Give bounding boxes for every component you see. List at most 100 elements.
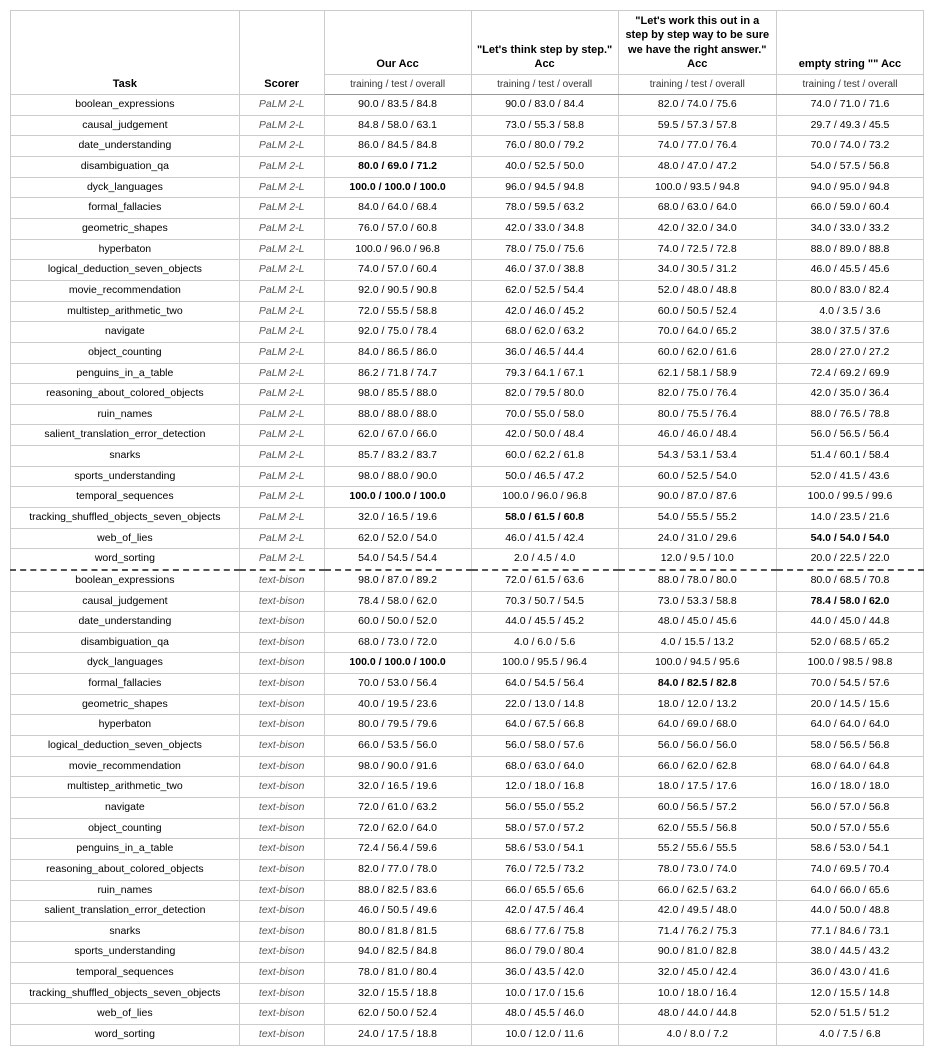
work-acc-value: 42.0 / 49.5 / 48.0 bbox=[618, 901, 776, 922]
step-acc-value: 100.0 / 95.5 / 96.4 bbox=[471, 653, 618, 674]
table-row: formal_fallaciesPaLM 2-L84.0 / 64.0 / 68… bbox=[11, 198, 924, 219]
step-acc-value: 76.0 / 80.0 / 79.2 bbox=[471, 136, 618, 157]
step-acc-value: 86.0 / 79.0 / 80.4 bbox=[471, 942, 618, 963]
step-acc-value: 40.0 / 52.5 / 50.0 bbox=[471, 157, 618, 178]
work-acc-value: 74.0 / 72.5 / 72.8 bbox=[618, 239, 776, 260]
work-acc-value: 18.0 / 12.0 / 13.2 bbox=[618, 694, 776, 715]
task-name: hyperbaton bbox=[11, 715, 240, 736]
empty-acc-value: 50.0 / 57.0 / 55.6 bbox=[776, 818, 923, 839]
work-acc-value: 60.0 / 56.5 / 57.2 bbox=[618, 797, 776, 818]
task-name: salient_translation_error_detection bbox=[11, 425, 240, 446]
our-acc-value: 100.0 / 100.0 / 100.0 bbox=[324, 487, 471, 508]
work-acc-value: 18.0 / 17.5 / 17.6 bbox=[618, 777, 776, 798]
our-acc-value: 32.0 / 16.5 / 19.6 bbox=[324, 508, 471, 529]
step-acc-value: 58.0 / 57.0 / 57.2 bbox=[471, 818, 618, 839]
task-name: dyck_languages bbox=[11, 177, 240, 198]
task-name: date_understanding bbox=[11, 612, 240, 633]
table-row: hyperbatonPaLM 2-L100.0 / 96.0 / 96.878.… bbox=[11, 239, 924, 260]
our-acc-value: 66.0 / 53.5 / 56.0 bbox=[324, 736, 471, 757]
our-acc-value: 72.4 / 56.4 / 59.6 bbox=[324, 839, 471, 860]
scorer-name: text-bison bbox=[239, 901, 324, 922]
our-acc-value: 86.2 / 71.8 / 74.7 bbox=[324, 363, 471, 384]
scorer-name: PaLM 2-L bbox=[239, 342, 324, 363]
work-acc-value: 90.0 / 87.0 / 87.6 bbox=[618, 487, 776, 508]
table-row: disambiguation_qaPaLM 2-L80.0 / 69.0 / 7… bbox=[11, 157, 924, 178]
our-acc-value: 70.0 / 53.0 / 56.4 bbox=[324, 674, 471, 695]
table-row: date_understandingPaLM 2-L86.0 / 84.5 / … bbox=[11, 136, 924, 157]
scorer-name: text-bison bbox=[239, 1004, 324, 1025]
step-acc-value: 70.3 / 50.7 / 54.5 bbox=[471, 591, 618, 612]
scorer-name: PaLM 2-L bbox=[239, 219, 324, 240]
work-acc-value: 24.0 / 31.0 / 29.6 bbox=[618, 528, 776, 549]
step-acc-value: 73.0 / 55.3 / 58.8 bbox=[471, 115, 618, 136]
task-name: tracking_shuffled_objects_seven_objects bbox=[11, 508, 240, 529]
scorer-name: text-bison bbox=[239, 674, 324, 695]
table-row: web_of_liesPaLM 2-L62.0 / 52.0 / 54.046.… bbox=[11, 528, 924, 549]
table-row: disambiguation_qatext-bison68.0 / 73.0 /… bbox=[11, 632, 924, 653]
our-acc-value: 100.0 / 96.0 / 96.8 bbox=[324, 239, 471, 260]
step-acc-value: 46.0 / 37.0 / 38.8 bbox=[471, 260, 618, 281]
work-acc-value: 4.0 / 15.5 / 13.2 bbox=[618, 632, 776, 653]
empty-acc-value: 38.0 / 44.5 / 43.2 bbox=[776, 942, 923, 963]
step-acc-value: 62.0 / 52.5 / 54.4 bbox=[471, 280, 618, 301]
work-acc-value: 70.0 / 64.0 / 65.2 bbox=[618, 322, 776, 343]
our-acc-value: 84.0 / 86.5 / 86.0 bbox=[324, 342, 471, 363]
work-acc-value: 82.0 / 75.0 / 76.4 bbox=[618, 384, 776, 405]
table-row: movie_recommendationtext-bison98.0 / 90.… bbox=[11, 756, 924, 777]
step-acc-value: 78.0 / 59.5 / 63.2 bbox=[471, 198, 618, 219]
our-acc-value: 68.0 / 73.0 / 72.0 bbox=[324, 632, 471, 653]
empty-acc-value: 68.0 / 64.0 / 64.8 bbox=[776, 756, 923, 777]
empty-acc-value: 16.0 / 18.0 / 18.0 bbox=[776, 777, 923, 798]
our-acc-value: 32.0 / 16.5 / 19.6 bbox=[324, 777, 471, 798]
scorer-name: text-bison bbox=[239, 963, 324, 984]
empty-acc-value: 66.0 / 59.0 / 60.4 bbox=[776, 198, 923, 219]
our-acc-value: 62.0 / 52.0 / 54.0 bbox=[324, 528, 471, 549]
empty-acc-value: 36.0 / 43.0 / 41.6 bbox=[776, 963, 923, 984]
work-acc-value: 56.0 / 56.0 / 56.0 bbox=[618, 736, 776, 757]
step-acc-value: 2.0 / 4.5 / 4.0 bbox=[471, 549, 618, 570]
our-acc-value: 40.0 / 19.5 / 23.6 bbox=[324, 694, 471, 715]
work-acc-value: 46.0 / 46.0 / 48.4 bbox=[618, 425, 776, 446]
task-name: reasoning_about_colored_objects bbox=[11, 859, 240, 880]
table-row: navigatetext-bison72.0 / 61.0 / 63.256.0… bbox=[11, 797, 924, 818]
empty-acc-value: 4.0 / 7.5 / 6.8 bbox=[776, 1025, 923, 1046]
step-acc-value: 68.0 / 62.0 / 63.2 bbox=[471, 322, 618, 343]
scorer-name: text-bison bbox=[239, 756, 324, 777]
table-row: ruin_namestext-bison88.0 / 82.5 / 83.666… bbox=[11, 880, 924, 901]
work-acc-value: 74.0 / 77.0 / 76.4 bbox=[618, 136, 776, 157]
task-name: dyck_languages bbox=[11, 653, 240, 674]
scorer-name: text-bison bbox=[239, 818, 324, 839]
work-acc-value: 84.0 / 82.5 / 82.8 bbox=[618, 674, 776, 695]
empty-acc-value: 4.0 / 3.5 / 3.6 bbox=[776, 301, 923, 322]
work-acc-value: 66.0 / 62.5 / 63.2 bbox=[618, 880, 776, 901]
empty-acc-value: 94.0 / 95.0 / 94.8 bbox=[776, 177, 923, 198]
work-acc-value: 82.0 / 74.0 / 75.6 bbox=[618, 95, 776, 116]
step-acc-value: 56.0 / 58.0 / 57.6 bbox=[471, 736, 618, 757]
work-acc-value: 34.0 / 30.5 / 31.2 bbox=[618, 260, 776, 281]
task-name: geometric_shapes bbox=[11, 219, 240, 240]
empty-acc-value: 100.0 / 98.5 / 98.8 bbox=[776, 653, 923, 674]
our-acc-value: 84.0 / 64.0 / 68.4 bbox=[324, 198, 471, 219]
our-acc-value: 80.0 / 79.5 / 79.6 bbox=[324, 715, 471, 736]
our-acc-value: 62.0 / 67.0 / 66.0 bbox=[324, 425, 471, 446]
work-acc-value: 60.0 / 62.0 / 61.6 bbox=[618, 342, 776, 363]
empty-acc-value: 100.0 / 99.5 / 99.6 bbox=[776, 487, 923, 508]
work-acc-value: 71.4 / 76.2 / 75.3 bbox=[618, 921, 776, 942]
task-name: object_counting bbox=[11, 818, 240, 839]
task-name: boolean_expressions bbox=[11, 95, 240, 116]
empty-acc-value: 64.0 / 64.0 / 64.0 bbox=[776, 715, 923, 736]
table-body: boolean_expressionsPaLM 2-L90.0 / 83.5 /… bbox=[11, 95, 924, 1045]
work-acc-value: 48.0 / 47.0 / 47.2 bbox=[618, 157, 776, 178]
scorer-name: text-bison bbox=[239, 632, 324, 653]
empty-acc-value: 88.0 / 89.0 / 88.8 bbox=[776, 239, 923, 260]
table-row: boolean_expressionstext-bison98.0 / 87.0… bbox=[11, 570, 924, 591]
step-acc-value: 10.0 / 12.0 / 11.6 bbox=[471, 1025, 618, 1046]
empty-acc-value: 72.4 / 69.2 / 69.9 bbox=[776, 363, 923, 384]
work-acc-value: 68.0 / 63.0 / 64.0 bbox=[618, 198, 776, 219]
step-acc-value: 56.0 / 55.0 / 55.2 bbox=[471, 797, 618, 818]
scorer-name: PaLM 2-L bbox=[239, 280, 324, 301]
table-row: sports_understandingPaLM 2-L98.0 / 88.0 … bbox=[11, 466, 924, 487]
scorer-name: PaLM 2-L bbox=[239, 528, 324, 549]
table-row: navigatePaLM 2-L92.0 / 75.0 / 78.468.0 /… bbox=[11, 322, 924, 343]
work-acc-header: "Let's work this out in a step by step w… bbox=[618, 11, 776, 75]
